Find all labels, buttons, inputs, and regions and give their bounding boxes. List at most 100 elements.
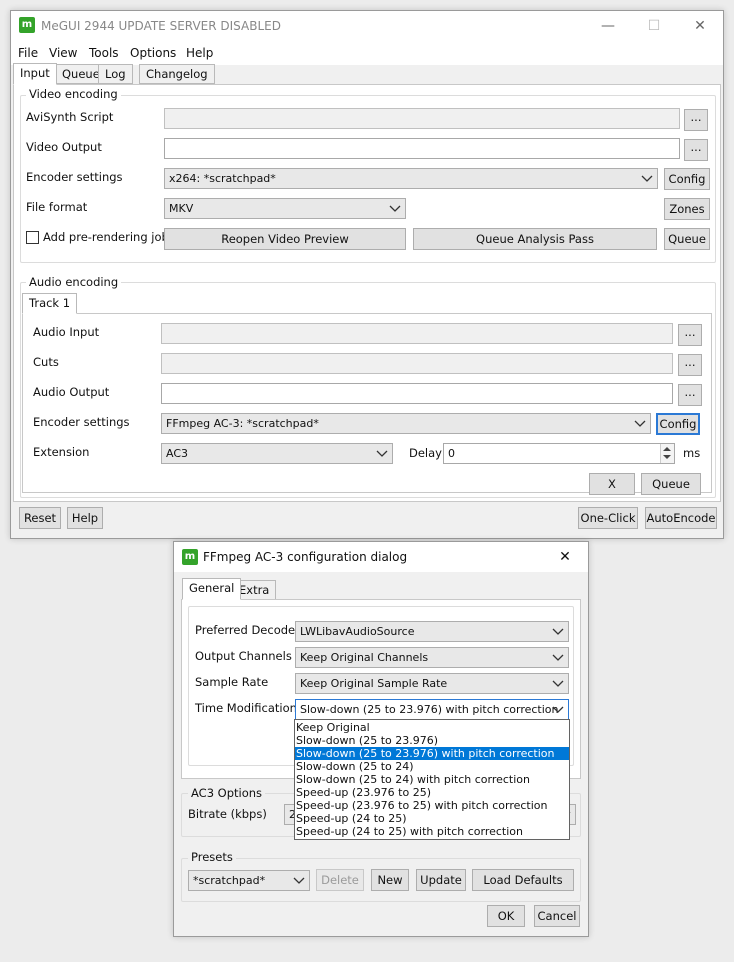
avisynth-browse-button[interactable]: ... (684, 109, 708, 131)
sample-rate-label: Sample Rate (195, 675, 269, 689)
avisynth-script-label: AviSynth Script (26, 110, 114, 124)
video-config-button[interactable]: Config (664, 168, 710, 190)
menu-tools[interactable]: Tools (89, 41, 119, 65)
tab-general[interactable]: General (182, 578, 242, 600)
help-button[interactable]: Help (67, 507, 103, 529)
menu-view[interactable]: View (49, 41, 77, 65)
extension-select[interactable]: AC3 (161, 443, 393, 464)
time-modification-select[interactable]: Slow-down (25 to 23.976) with pitch corr… (295, 699, 569, 720)
main-titlebar[interactable]: m MeGUI 2944 UPDATE SERVER DISABLED — ☐ … (11, 11, 723, 41)
chevron-down-icon (552, 674, 564, 693)
time-option[interactable]: Slow-down (25 to 24) with pitch correcti… (295, 773, 569, 786)
extension-value: AC3 (166, 447, 189, 460)
sample-rate-select[interactable]: Keep Original Sample Rate (295, 673, 569, 694)
cancel-button[interactable]: Cancel (534, 905, 580, 927)
megui-logo-icon: m (19, 17, 35, 33)
time-option[interactable]: Speed-up (24 to 25) (295, 812, 569, 825)
video-output-field[interactable] (164, 138, 680, 159)
reopen-preview-button[interactable]: Reopen Video Preview (164, 228, 406, 250)
dialog-title: FFmpeg AC-3 configuration dialog (203, 550, 408, 564)
audio-queue-button[interactable]: Queue (641, 473, 701, 495)
close-icon[interactable]: ✕ (677, 11, 723, 41)
tab-input[interactable]: Input (13, 63, 57, 85)
maximize-icon[interactable]: ☐ (631, 11, 677, 41)
preferred-decoder-label: Preferred Decoder (195, 623, 300, 637)
prerender-checkbox[interactable] (26, 231, 39, 244)
chevron-down-icon (376, 444, 388, 463)
ms-label: ms (683, 446, 701, 460)
zones-button[interactable]: Zones (664, 198, 710, 220)
preferred-decoder-select[interactable]: LWLibavAudioSource (295, 621, 569, 642)
ok-button[interactable]: OK (487, 905, 525, 927)
queue-analysis-button[interactable]: Queue Analysis Pass (413, 228, 657, 250)
cuts-field[interactable] (161, 353, 673, 374)
delete-preset-button[interactable]: Delete (316, 869, 364, 891)
delay-stepper[interactable] (660, 444, 674, 463)
time-option[interactable]: Speed-up (24 to 25) with pitch correctio… (295, 825, 569, 838)
delay-field[interactable]: 0 (443, 443, 675, 464)
tab-track-1[interactable]: Track 1 (22, 293, 78, 314)
one-click-button[interactable]: One-Click (578, 507, 638, 529)
audio-input-browse-button[interactable]: ... (678, 324, 702, 346)
audio-input-field[interactable] (161, 323, 673, 344)
avisynth-script-field[interactable] (164, 108, 680, 129)
audio-remove-button[interactable]: X (589, 473, 635, 495)
dialog-titlebar[interactable]: m FFmpeg AC-3 configuration dialog ✕ (174, 542, 588, 572)
chevron-down-icon (552, 648, 564, 667)
audio-output-field[interactable] (161, 383, 673, 404)
audio-config-button[interactable]: Config (656, 413, 700, 435)
file-format-label: File format (26, 200, 88, 214)
chevron-down-icon (552, 700, 564, 719)
track-1-page: Audio Input ... Cuts ... Audio Output ..… (22, 313, 712, 495)
file-format-value: MKV (169, 202, 194, 215)
time-option-selected[interactable]: Slow-down (25 to 23.976) with pitch corr… (295, 747, 569, 760)
chevron-down-icon (389, 199, 401, 218)
main-window-title: MeGUI 2944 UPDATE SERVER DISABLED (41, 19, 281, 33)
load-defaults-button[interactable]: Load Defaults (472, 869, 574, 891)
preset-select[interactable]: *scratchpad* (188, 870, 310, 891)
chevron-down-icon (552, 622, 564, 641)
presets-label: Presets (188, 850, 236, 864)
autoencode-button[interactable]: AutoEncode (645, 507, 717, 529)
menu-file[interactable]: File (18, 41, 38, 65)
menu-help[interactable]: Help (186, 41, 213, 65)
video-encoder-value: x264: *scratchpad* (169, 172, 276, 185)
time-option[interactable]: Speed-up (23.976 to 25) with pitch corre… (295, 799, 569, 812)
video-queue-button[interactable]: Queue (664, 228, 710, 250)
time-option[interactable]: Slow-down (25 to 23.976) (295, 734, 569, 747)
menu-bar: File View Tools Options Help (11, 41, 723, 65)
tab-changelog[interactable]: Changelog (139, 64, 215, 84)
time-option[interactable]: Keep Original (295, 721, 569, 734)
main-window: m MeGUI 2944 UPDATE SERVER DISABLED — ☐ … (10, 10, 724, 539)
time-option[interactable]: Slow-down (25 to 24) (295, 760, 569, 773)
cuts-browse-button[interactable]: ... (678, 354, 702, 376)
output-channels-select[interactable]: Keep Original Channels (295, 647, 569, 668)
video-output-browse-button[interactable]: ... (684, 139, 708, 161)
audio-encoder-select[interactable]: FFmpeg AC-3: *scratchpad* (161, 413, 651, 434)
video-encoding-label: Video encoding (26, 87, 121, 101)
input-tab-page: Video encoding AviSynth Script ... Video… (13, 84, 721, 502)
minimize-icon[interactable]: — (585, 11, 631, 41)
video-encoder-select[interactable]: x264: *scratchpad* (164, 168, 658, 189)
reset-button[interactable]: Reset (19, 507, 61, 529)
cuts-label: Cuts (33, 355, 59, 369)
update-preset-button[interactable]: Update (416, 869, 466, 891)
close-icon[interactable]: ✕ (542, 542, 588, 572)
tab-log[interactable]: Log (98, 64, 133, 84)
audio-output-browse-button[interactable]: ... (678, 384, 702, 406)
delay-value: 0 (448, 447, 455, 460)
time-modification-dropdown: Keep Original Slow-down (25 to 23.976) S… (294, 719, 570, 840)
delay-label: Delay (409, 446, 442, 460)
video-output-label: Video Output (26, 140, 102, 154)
menu-options[interactable]: Options (130, 41, 176, 65)
ac3-config-dialog: m FFmpeg AC-3 configuration dialog ✕ Gen… (173, 541, 589, 937)
video-encoder-settings-label: Encoder settings (26, 170, 123, 184)
chevron-down-icon (634, 414, 646, 433)
time-modification-label: Time Modification (195, 701, 297, 715)
time-option[interactable]: Speed-up (23.976 to 25) (295, 786, 569, 799)
new-preset-button[interactable]: New (371, 869, 409, 891)
file-format-select[interactable]: MKV (164, 198, 406, 219)
extension-label: Extension (33, 445, 90, 459)
megui-logo-icon: m (182, 549, 198, 565)
audio-output-label: Audio Output (33, 385, 110, 399)
